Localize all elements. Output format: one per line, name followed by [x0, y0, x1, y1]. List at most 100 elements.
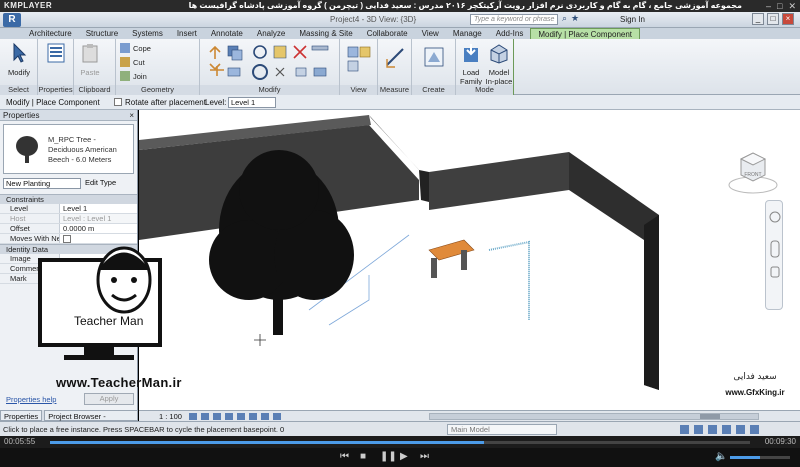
3d-viewport[interactable]: FRONT [139, 110, 800, 410]
teacherman-logo: Teacher Man [38, 246, 162, 360]
tab-add-ins[interactable]: Add-Ins [489, 28, 531, 39]
time-elapsed: 00:05:55 [4, 437, 36, 446]
pause-icon[interactable]: ❚❚ [380, 451, 397, 462]
stop-icon[interactable]: ■ [360, 451, 366, 462]
join-label: Join [133, 71, 147, 81]
ribbon-panel: Modify Select Properties Paste Clipboard… [0, 39, 800, 95]
tab-manage[interactable]: Manage [446, 28, 489, 39]
paste-label: Paste [80, 68, 100, 77]
subscription-icon[interactable]: ★ [571, 13, 579, 24]
view-tools-icons[interactable] [346, 45, 372, 75]
tab-properties[interactable]: Properties [0, 410, 43, 421]
search-input[interactable]: Type a keyword or phrase [470, 14, 558, 25]
property-row: Level Level 1 [0, 204, 137, 214]
placement-cursor [254, 334, 266, 346]
tab-project-browser[interactable]: Project Browser - Project1 [44, 410, 138, 432]
model-in-place-button[interactable]: Model In-place [485, 42, 513, 86]
paste-button[interactable]: Paste [75, 42, 105, 77]
property-value[interactable]: Level 1 [60, 204, 137, 213]
load-family-label: Load Family [459, 68, 483, 86]
restore-button[interactable]: □ [767, 13, 779, 25]
viewcube-icon[interactable]: FRONT [725, 145, 781, 201]
horizontal-scrollbar[interactable] [429, 413, 759, 420]
constraints-section[interactable]: Constraints [0, 194, 137, 204]
cursor-arrow-icon [13, 42, 27, 63]
mode-group-label: Mode [456, 85, 513, 95]
volume-level [730, 456, 760, 459]
select-group-label[interactable]: Select [0, 85, 37, 95]
viewcube-face: FRONT [744, 172, 761, 178]
create-group-label: Create [412, 85, 455, 95]
minimize-button[interactable]: _ [752, 13, 764, 25]
property-key: Host [0, 214, 60, 223]
close-icon[interactable]: × [129, 110, 134, 121]
tab-systems[interactable]: Systems [125, 28, 170, 39]
worksets-count: 0 [280, 425, 285, 434]
previous-icon[interactable]: ⏮ [340, 451, 349, 462]
level-label: Level: [205, 98, 227, 107]
tab-analyze[interactable]: Analyze [250, 28, 292, 39]
create-icon[interactable] [422, 45, 446, 73]
view-scale[interactable]: 1 : 100 [159, 412, 182, 421]
type-name: M_RPC Tree - Deciduous American Beech - … [48, 135, 117, 164]
maximize-icon[interactable]: □ [777, 0, 782, 12]
view-control-icons[interactable] [189, 412, 369, 421]
mode-group: Load Family Model In-place Mode [456, 39, 514, 95]
search-icon[interactable]: ⌕ [562, 13, 567, 24]
player-window-controls: – □ ✕ [766, 0, 796, 12]
type-selector[interactable]: M_RPC Tree - Deciduous American Beech - … [3, 124, 134, 174]
create-group: Create [412, 39, 456, 95]
tab-architecture[interactable]: Architecture [22, 28, 79, 39]
level-select[interactable]: Level 1 [228, 97, 276, 108]
tab-collaborate[interactable]: Collaborate [360, 28, 415, 39]
close-button[interactable]: × [782, 13, 794, 25]
properties-title: Properties [3, 111, 40, 120]
properties-group: Properties [38, 39, 74, 95]
player-title: مجموعه آموزشی جامع ، گام به گام و کاربرد… [188, 1, 742, 10]
property-value[interactable]: 0.0000 m [60, 224, 137, 233]
wall-back [429, 152, 569, 210]
measure-icon[interactable] [384, 45, 406, 71]
modify-group: Modify [200, 39, 340, 95]
cut-button[interactable]: Cut [120, 57, 145, 67]
load-family-icon [464, 44, 478, 62]
instance-row: New Planting Edit Type [3, 177, 134, 190]
scrollbar-thumb[interactable] [700, 414, 720, 419]
rotate-after-placement-label: Rotate after placement [125, 98, 206, 107]
property-value: Level : Level 1 [60, 214, 137, 223]
gfxking-url: www.GfxKing.ir [725, 388, 785, 397]
cope-button[interactable]: Cope [120, 43, 151, 53]
sign-in-link[interactable]: Sign In [620, 15, 645, 24]
properties-group-label: Properties [38, 85, 73, 95]
window-buttons: _ □ × [752, 13, 794, 25]
selection-filter-icons[interactable] [680, 424, 790, 435]
tab-structure[interactable]: Structure [79, 28, 125, 39]
volume-slider[interactable] [730, 456, 790, 459]
modify-button[interactable]: Modify [4, 42, 34, 77]
tab-insert[interactable]: Insert [170, 28, 204, 39]
minimize-icon[interactable]: – [766, 0, 771, 12]
ribbon-tabs: Architecture Structure Systems Insert An… [0, 28, 800, 39]
close-icon[interactable]: ✕ [788, 0, 796, 12]
tab-view[interactable]: View [415, 28, 446, 39]
status-bar: Click to place a free instance. Press SP… [0, 421, 800, 436]
navigation-bar[interactable] [765, 200, 783, 310]
join-button[interactable]: Join [120, 71, 147, 81]
next-icon[interactable]: ⏭ [420, 451, 429, 462]
table-leg [431, 258, 437, 278]
tab-massing-site[interactable]: Massing & Site [292, 28, 359, 39]
app-menu-button[interactable]: R [3, 13, 21, 27]
rotate-after-placement-checkbox[interactable] [114, 98, 122, 106]
properties-button[interactable] [41, 42, 71, 68]
tab-modify-place-component[interactable]: Modify | Place Component [530, 28, 641, 39]
main-model-select[interactable]: Main Model [447, 424, 557, 435]
seek-track[interactable] [50, 441, 750, 444]
instance-selector[interactable]: New Planting [3, 178, 81, 189]
load-family-button[interactable]: Load Family [457, 42, 485, 86]
modify-tools-icons[interactable] [204, 42, 336, 82]
measure-group: Measure [378, 39, 412, 95]
tab-annotate[interactable]: Annotate [204, 28, 250, 39]
edit-type-button[interactable]: Edit Type [85, 178, 116, 187]
play-icon[interactable]: ▶ [400, 451, 408, 462]
volume-icon[interactable]: 🔈 [715, 451, 727, 462]
